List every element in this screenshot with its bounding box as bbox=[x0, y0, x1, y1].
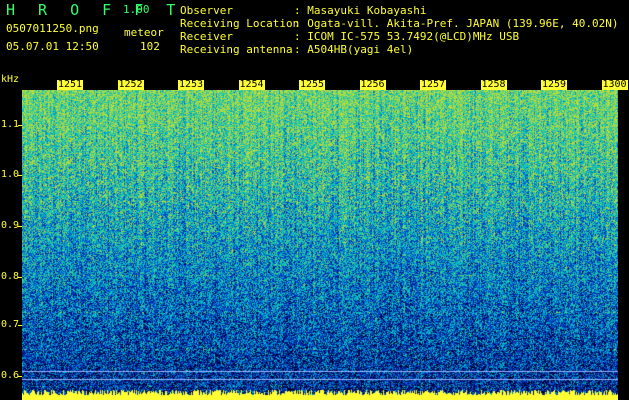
freq-label: 0.7 bbox=[1, 319, 20, 330]
app-version: 1.00 bbox=[123, 3, 150, 16]
time-label: 1300 bbox=[601, 79, 628, 90]
event-label: meteor bbox=[124, 26, 164, 39]
time-label: 1259 bbox=[541, 79, 568, 90]
info-location: Receiving Location: Ogata-vill. Akita-Pr… bbox=[180, 17, 619, 30]
spectrogram bbox=[22, 90, 618, 400]
info-receiver: Receiver: ICOM IC-575 53.7492(@LCD)MHz U… bbox=[180, 30, 520, 43]
info-observer: Observer: Masayuki Kobayashi bbox=[180, 4, 427, 17]
app-title: H R O F F T bbox=[6, 1, 183, 19]
station-info: Observer: Masayuki Kobayashi Receiving L… bbox=[180, 4, 619, 56]
time-label: 1254 bbox=[238, 79, 265, 90]
event-count: 102 bbox=[140, 40, 160, 53]
file-name: 0507011250.png bbox=[6, 22, 99, 35]
datetime: 05.07.01 12:50 bbox=[6, 40, 99, 53]
time-label: 1251 bbox=[57, 79, 84, 90]
freq-label: 1.1 bbox=[1, 119, 20, 130]
info-antenna: Receiving antenna: A504HB(yagi 4el) bbox=[180, 43, 414, 56]
time-label: 1253 bbox=[178, 79, 205, 90]
freq-label: 0.8 bbox=[1, 271, 20, 282]
time-label: 1257 bbox=[420, 79, 447, 90]
freq-label: 0.6 bbox=[1, 370, 20, 381]
time-label: 1252 bbox=[117, 79, 144, 90]
freq-label: 0.9 bbox=[1, 220, 20, 231]
spectrogram-canvas bbox=[22, 90, 618, 400]
time-label: 1256 bbox=[359, 79, 386, 90]
time-label: 1255 bbox=[299, 79, 326, 90]
time-label: 1258 bbox=[480, 79, 507, 90]
freq-label: 1.0 bbox=[1, 169, 20, 180]
freq-unit: kHz bbox=[1, 74, 20, 85]
